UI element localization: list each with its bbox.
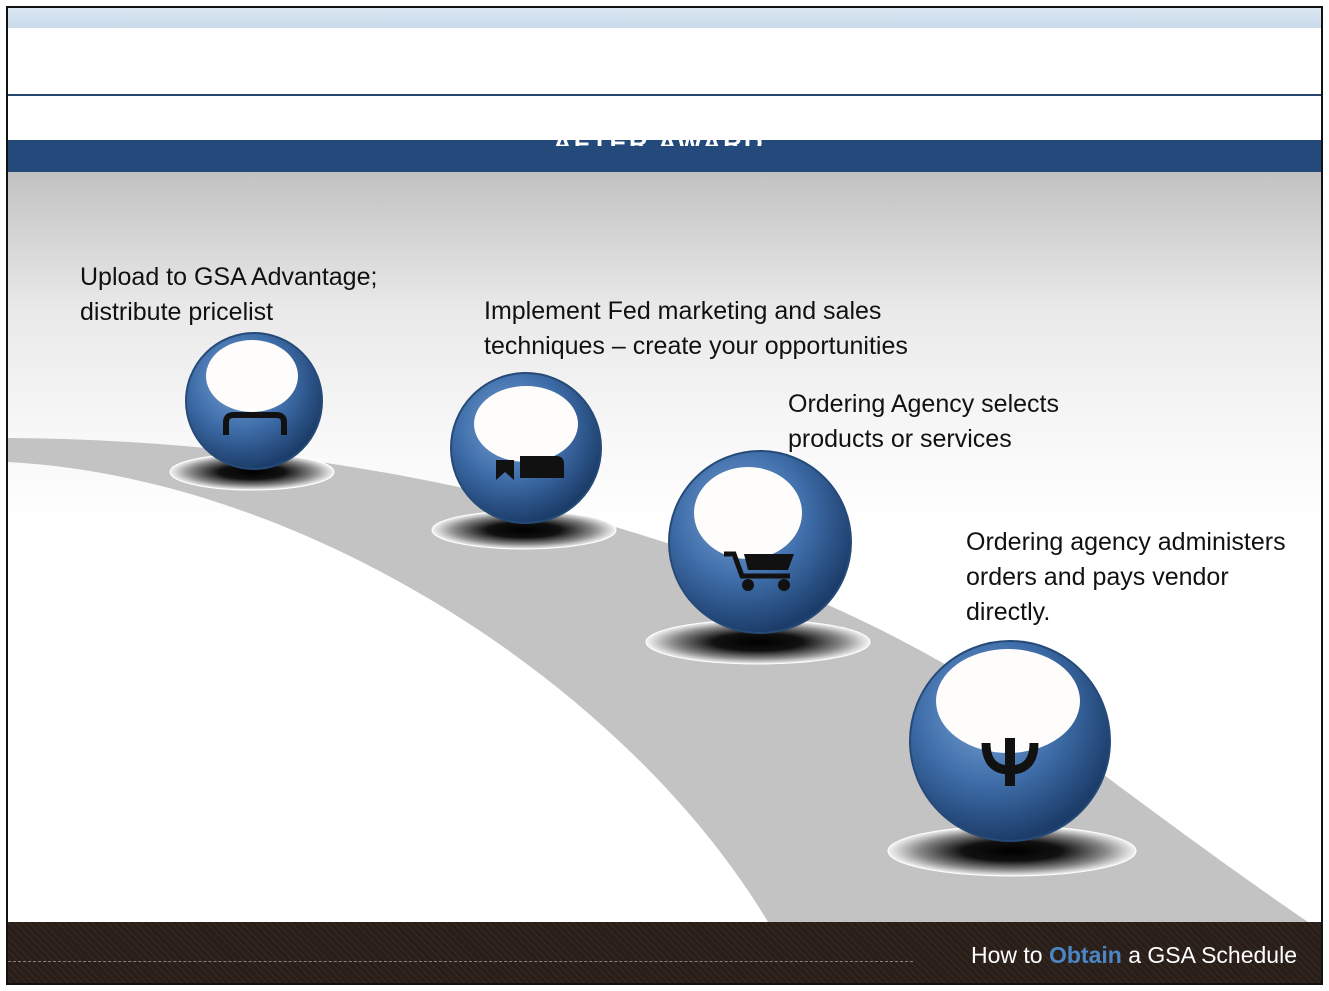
step-1-marker — [169, 332, 335, 491]
step-1-label: Upload to GSA Advantage; distribute pric… — [80, 263, 378, 326]
step-3-marker — [645, 450, 871, 665]
step-1-highlight — [206, 340, 298, 412]
step-4-label: Ordering agency administers orders and p… — [966, 528, 1286, 626]
road-graphic — [8, 332, 1308, 922]
step-3-highlight — [694, 467, 802, 559]
step-2-marker — [431, 372, 617, 550]
footer-title: How to Obtain a GSA Schedule — [970, 942, 1297, 968]
step-3-label: Ordering Agency selects products or serv… — [788, 390, 1059, 453]
footer-dashed-line — [8, 961, 913, 962]
step-2-label: Implement Fed marketing and sales techni… — [484, 297, 908, 360]
footer-bar: How to Obtain a GSA Schedule — [8, 922, 1321, 983]
step-4-highlight — [936, 649, 1080, 753]
slide: AFTER AWARD Upload to GSA Advantage; dis… — [6, 6, 1323, 985]
step-2-highlight — [474, 386, 578, 462]
